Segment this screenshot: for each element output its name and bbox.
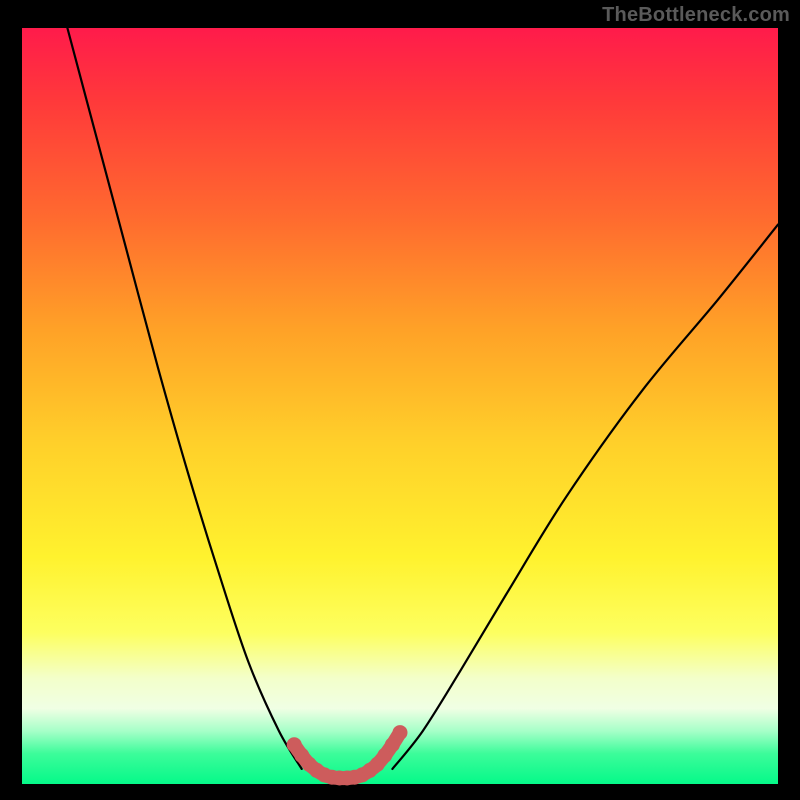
curve-right (392, 225, 778, 769)
u-overlay-dot (393, 725, 408, 740)
curve-left (67, 28, 301, 769)
chart-frame: TheBottleneck.com (0, 0, 800, 800)
plot-area (22, 28, 778, 784)
watermark-text: TheBottleneck.com (602, 4, 790, 27)
curve-layer (22, 28, 778, 784)
